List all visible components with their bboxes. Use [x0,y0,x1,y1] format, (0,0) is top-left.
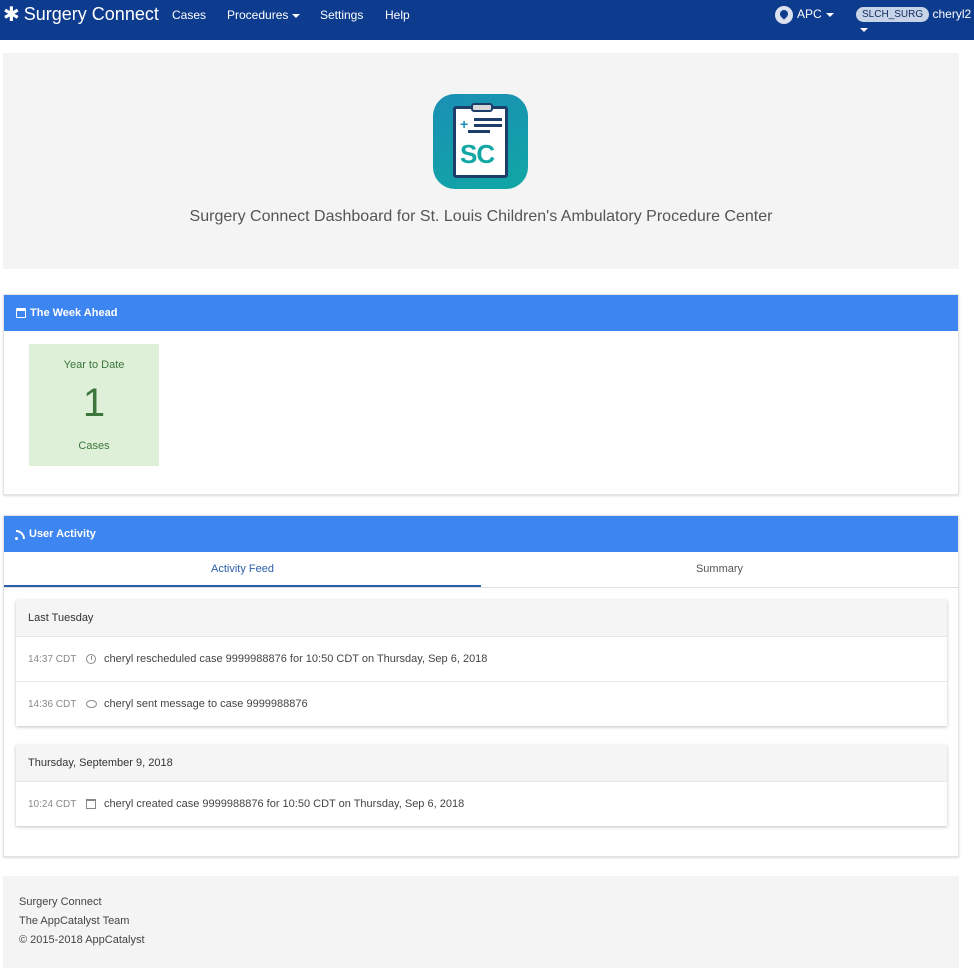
user-activity-title: User Activity [29,528,96,540]
clipboard-icon: + SC [453,103,508,178]
role-badge: SLCH_SURG [856,7,930,23]
logo-text: SC [460,139,495,169]
footer-product: Surgery Connect [19,896,102,908]
stat-label-bottom: Cases [78,440,110,452]
location-label: APC [797,7,822,22]
entry-time: 14:36 CDT [28,698,77,710]
calendar-plus-icon [84,797,98,811]
user-activity-panel: User Activity Activity Feed Summary Last… [3,515,959,857]
stat-value: 1 [82,381,106,425]
tab-summary[interactable]: Summary [481,552,958,587]
week-ahead-header: The Week Ahead [4,295,958,331]
activity-group: Thursday, September 9, 2018 10:24 CDT ch… [16,745,947,826]
tab-activity-feed[interactable]: Activity Feed [4,552,481,587]
activity-entry: 14:36 CDT cheryl sent message to case 99… [16,681,947,726]
clock-icon [84,652,98,666]
top-navbar: ✱ Surgery Connect Cases Procedures Setti… [0,0,974,40]
page-footer: Surgery Connect The AppCatalyst Team © 2… [3,876,959,968]
activity-group-heading: Last Tuesday [16,600,947,636]
rss-feed-icon [15,529,25,540]
surgery-connect-logo: + SC [433,94,528,189]
entry-text: cheryl sent message to case 9999988876 [104,698,308,710]
stat-label-top: Year to Date [63,359,125,371]
activity-entry: 14:37 CDT cheryl rescheduled case 999998… [16,636,947,681]
dashboard-hero: + SC Surgery Connect Dashboard for St. L… [3,53,959,269]
activity-entry: 10:24 CDT cheryl created case 9999988876… [16,781,947,826]
map-pin-icon [775,6,793,24]
activity-tabs: Activity Feed Summary [4,552,958,588]
chevron-down-icon [292,13,301,18]
entry-text: cheryl rescheduled case 9999988876 for 1… [104,653,488,665]
year-to-date-stat[interactable]: Year to Date 1 Cases [29,344,159,466]
entry-text: cheryl created case 9999988876 for 10:50… [104,798,465,810]
username: cheryl2 [932,7,972,21]
brand-link[interactable]: ✱ Surgery Connect [3,4,159,25]
message-icon [84,697,98,711]
user-dropdown[interactable]: SLCH_SURG cheryl2 [856,7,974,36]
chevron-down-icon [860,28,868,33]
nav-procedures-label: Procedures [227,8,289,22]
nav-cases[interactable]: Cases [172,8,206,22]
user-activity-header: User Activity [4,516,958,552]
nav-settings[interactable]: Settings [320,8,363,22]
asterisk-icon: ✱ [3,3,20,26]
entry-time: 10:24 CDT [28,798,77,810]
brand-name: Surgery Connect [23,4,159,24]
footer-copyright: © 2015-2018 AppCatalyst [19,934,145,946]
week-ahead-panel: The Week Ahead Year to Date 1 Cases [3,294,959,495]
plus-icon: + [460,116,469,132]
entry-time: 14:37 CDT [28,653,77,665]
footer-team: The AppCatalyst Team [19,915,130,927]
location-dropdown[interactable]: APC [775,6,834,24]
nav-help[interactable]: Help [385,8,410,22]
nav-procedures[interactable]: Procedures [227,8,301,22]
calendar-icon [16,308,26,318]
activity-group-heading: Thursday, September 9, 2018 [16,745,947,781]
chevron-down-icon [825,13,834,17]
week-ahead-title: The Week Ahead [30,307,118,319]
activity-group: Last Tuesday 14:37 CDT cheryl reschedule… [16,600,947,726]
dashboard-title: Surgery Connect Dashboard for St. Louis … [189,208,773,225]
